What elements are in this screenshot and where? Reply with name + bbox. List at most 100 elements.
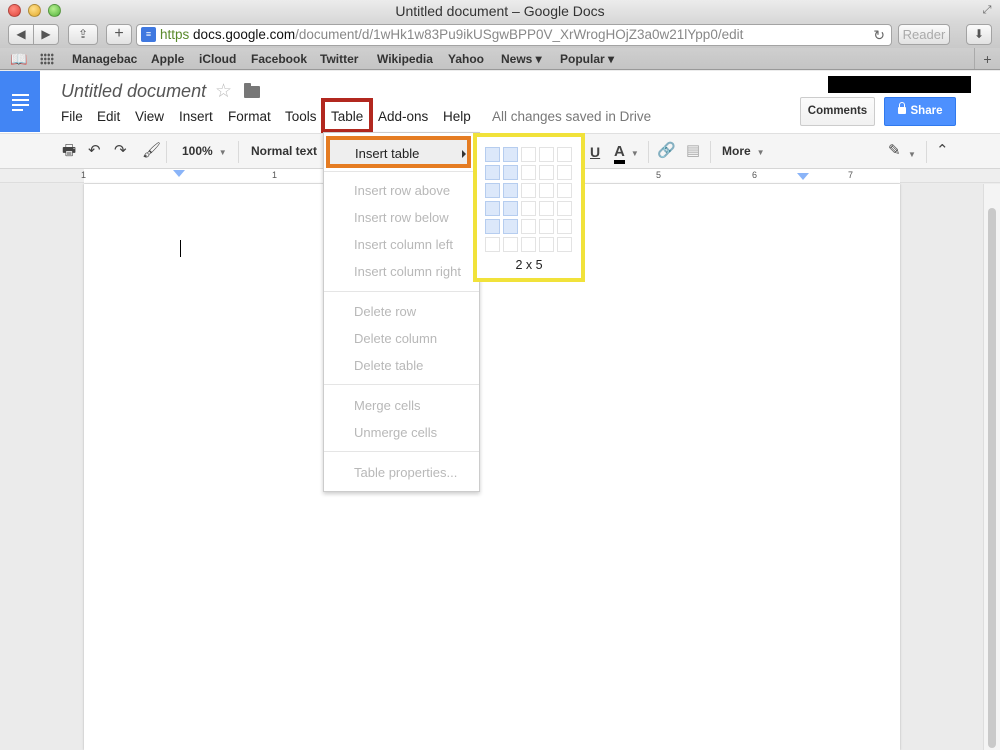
grid-cell[interactable] xyxy=(557,219,572,234)
redo-icon[interactable]: ↷ xyxy=(114,142,127,160)
pencil-icon[interactable]: ✎ xyxy=(888,142,901,160)
back-button[interactable]: ◀ xyxy=(8,24,34,45)
grid-cell[interactable] xyxy=(521,219,536,234)
grid-cell[interactable] xyxy=(503,165,518,180)
grid-cell[interactable] xyxy=(521,183,536,198)
link-icon[interactable]: 🔗 xyxy=(657,142,676,160)
lock-icon xyxy=(897,102,906,114)
underline-button[interactable]: U xyxy=(590,143,600,161)
toolbar-divider xyxy=(238,141,239,163)
close-window-button[interactable] xyxy=(8,4,21,17)
grid-cell[interactable] xyxy=(521,201,536,216)
star-icon[interactable]: ☆ xyxy=(215,80,232,103)
comment-icon[interactable]: ▤ xyxy=(686,142,700,160)
menu-edit[interactable]: Edit xyxy=(97,109,120,124)
table-menu-dropdown: Insert table Insert row above Insert row… xyxy=(323,132,480,492)
new-tab-button[interactable]: + xyxy=(106,24,132,45)
bookmark-wikipedia[interactable]: Wikipedia xyxy=(377,48,433,70)
chevron-down-icon[interactable]: ▼ xyxy=(908,146,916,164)
collapse-toolbar-icon[interactable]: ⌃ xyxy=(936,142,949,160)
text-color-button[interactable]: A ▼ xyxy=(614,143,639,164)
menu-view[interactable]: View xyxy=(135,109,164,124)
grid-cell[interactable] xyxy=(557,147,572,162)
comments-button[interactable]: Comments xyxy=(800,97,875,126)
bookmark-twitter[interactable]: Twitter xyxy=(320,48,358,70)
add-tab-icon[interactable]: + xyxy=(974,48,1000,69)
bookmark-yahoo[interactable]: Yahoo xyxy=(448,48,484,70)
fullscreen-icon[interactable]: ⤢ xyxy=(980,3,994,17)
window-title: Untitled document – Google Docs xyxy=(395,3,605,19)
paragraph-style-select[interactable]: Normal text xyxy=(251,144,317,158)
grid-cell[interactable] xyxy=(539,201,554,216)
grid-cell[interactable] xyxy=(539,147,554,162)
grid-cell[interactable] xyxy=(539,237,554,252)
forward-button[interactable]: ▶ xyxy=(33,24,59,45)
docs-home-icon[interactable] xyxy=(0,71,40,132)
menu-table[interactable]: Table xyxy=(331,109,363,124)
menu-tools[interactable]: Tools xyxy=(285,109,317,124)
grid-cell[interactable] xyxy=(485,219,500,234)
print-icon[interactable]: 🖶 xyxy=(62,142,76,160)
grid-cell[interactable] xyxy=(485,183,500,198)
address-bar[interactable]: ≡ https docs.google.com/document/d/1wHk1w… xyxy=(136,24,892,46)
menu-item-insert-table[interactable]: Insert table xyxy=(326,136,471,168)
bookmark-managebac[interactable]: Managebac xyxy=(72,48,137,70)
bookmark-popular[interactable]: Popular ▾ xyxy=(560,48,614,70)
document-title[interactable]: Untitled document xyxy=(61,81,206,102)
grid-cell[interactable] xyxy=(539,183,554,198)
vertical-scrollbar[interactable] xyxy=(983,184,1000,750)
zoom-select[interactable]: 100% ▼ xyxy=(182,144,227,158)
grid-cell[interactable] xyxy=(521,147,536,162)
grid-cell[interactable] xyxy=(485,147,500,162)
downloads-icon[interactable]: ⬇ xyxy=(966,24,992,45)
menu-divider xyxy=(324,291,479,292)
grid-cell[interactable] xyxy=(503,219,518,234)
undo-icon[interactable]: ↶ xyxy=(88,142,101,160)
grid-cell[interactable] xyxy=(503,183,518,198)
left-indent-marker[interactable] xyxy=(173,170,185,177)
top-sites-icon[interactable] xyxy=(40,53,54,65)
bookmark-facebook[interactable]: Facebook xyxy=(251,48,307,70)
grid-cell[interactable] xyxy=(485,201,500,216)
menu-insert[interactable]: Insert xyxy=(179,109,213,124)
folder-icon[interactable] xyxy=(244,83,260,98)
grid-cell[interactable] xyxy=(557,183,572,198)
bookmark-apple[interactable]: Apple xyxy=(151,48,184,70)
share-page-icon[interactable]: ⇪ xyxy=(68,24,98,45)
grid-cell[interactable] xyxy=(503,201,518,216)
grid-cell[interactable] xyxy=(503,237,518,252)
menu-format[interactable]: Format xyxy=(228,109,271,124)
paint-format-icon[interactable]: 🖌 xyxy=(142,142,161,160)
docs-header: Untitled document ☆ File Edit View Inser… xyxy=(0,71,1000,133)
grid-cell[interactable] xyxy=(557,237,572,252)
bookmark-icloud[interactable]: iCloud xyxy=(199,48,236,70)
chevron-down-icon: ▼ xyxy=(630,149,639,158)
bookmarks-bar: 📖 Managebac Apple iCloud Facebook Twitte… xyxy=(0,48,1000,70)
chevron-down-icon: ▼ xyxy=(218,148,227,157)
ruler-label: 1 xyxy=(272,170,278,180)
grid-cell[interactable] xyxy=(557,201,572,216)
grid-cell[interactable] xyxy=(521,237,536,252)
reading-list-icon[interactable]: 📖 xyxy=(10,48,27,70)
grid-cell[interactable] xyxy=(485,237,500,252)
zoom-window-button[interactable] xyxy=(48,4,61,17)
grid-cell[interactable] xyxy=(539,165,554,180)
menu-addons[interactable]: Add-ons xyxy=(378,109,428,124)
grid-cell[interactable] xyxy=(485,165,500,180)
reload-icon[interactable]: ↻ xyxy=(873,25,885,45)
right-indent-marker[interactable] xyxy=(797,173,809,180)
grid-cell[interactable] xyxy=(557,165,572,180)
zoom-value: 100% xyxy=(182,144,213,158)
menu-file[interactable]: File xyxy=(61,109,83,124)
text-cursor xyxy=(180,240,181,257)
minimize-window-button[interactable] xyxy=(28,4,41,17)
grid-cell[interactable] xyxy=(521,165,536,180)
reader-button[interactable]: Reader xyxy=(898,24,950,45)
scrollbar-thumb[interactable] xyxy=(988,208,996,748)
more-button[interactable]: More ▼ xyxy=(722,144,765,158)
bookmark-news[interactable]: News ▾ xyxy=(501,48,542,70)
grid-cell[interactable] xyxy=(539,219,554,234)
menu-help[interactable]: Help xyxy=(443,109,471,124)
grid-cell[interactable] xyxy=(503,147,518,162)
share-button[interactable]: Share xyxy=(884,97,956,126)
